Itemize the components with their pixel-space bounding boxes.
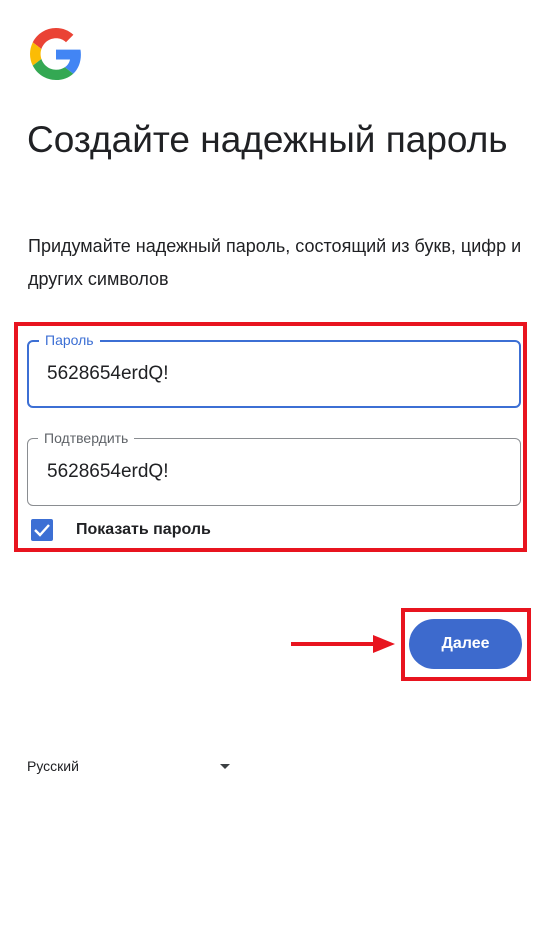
show-password-checkbox[interactable] xyxy=(31,519,53,541)
show-password-label[interactable]: Показать пароль xyxy=(76,521,211,539)
caret-down-icon[interactable] xyxy=(220,764,230,769)
confirm-password-field[interactable]: Подтвердить xyxy=(27,429,521,506)
page-title: Создайте надежный пароль xyxy=(27,119,508,160)
google-logo-icon xyxy=(30,28,81,80)
checkmark-icon xyxy=(34,524,50,537)
language-selector[interactable]: Русский xyxy=(27,756,237,778)
password-field-label: Пароль xyxy=(39,331,100,349)
password-field[interactable]: Пароль xyxy=(27,331,521,408)
confirm-password-input[interactable] xyxy=(47,460,497,484)
page-subtitle: Придумайте надежный пароль, состоящий из… xyxy=(28,236,522,289)
language-label[interactable]: Русский xyxy=(27,758,79,774)
next-button[interactable]: Далее xyxy=(409,619,522,669)
annotation-arrow-icon xyxy=(291,635,395,653)
password-input[interactable] xyxy=(47,362,497,386)
confirm-field-label: Подтвердить xyxy=(38,429,135,447)
